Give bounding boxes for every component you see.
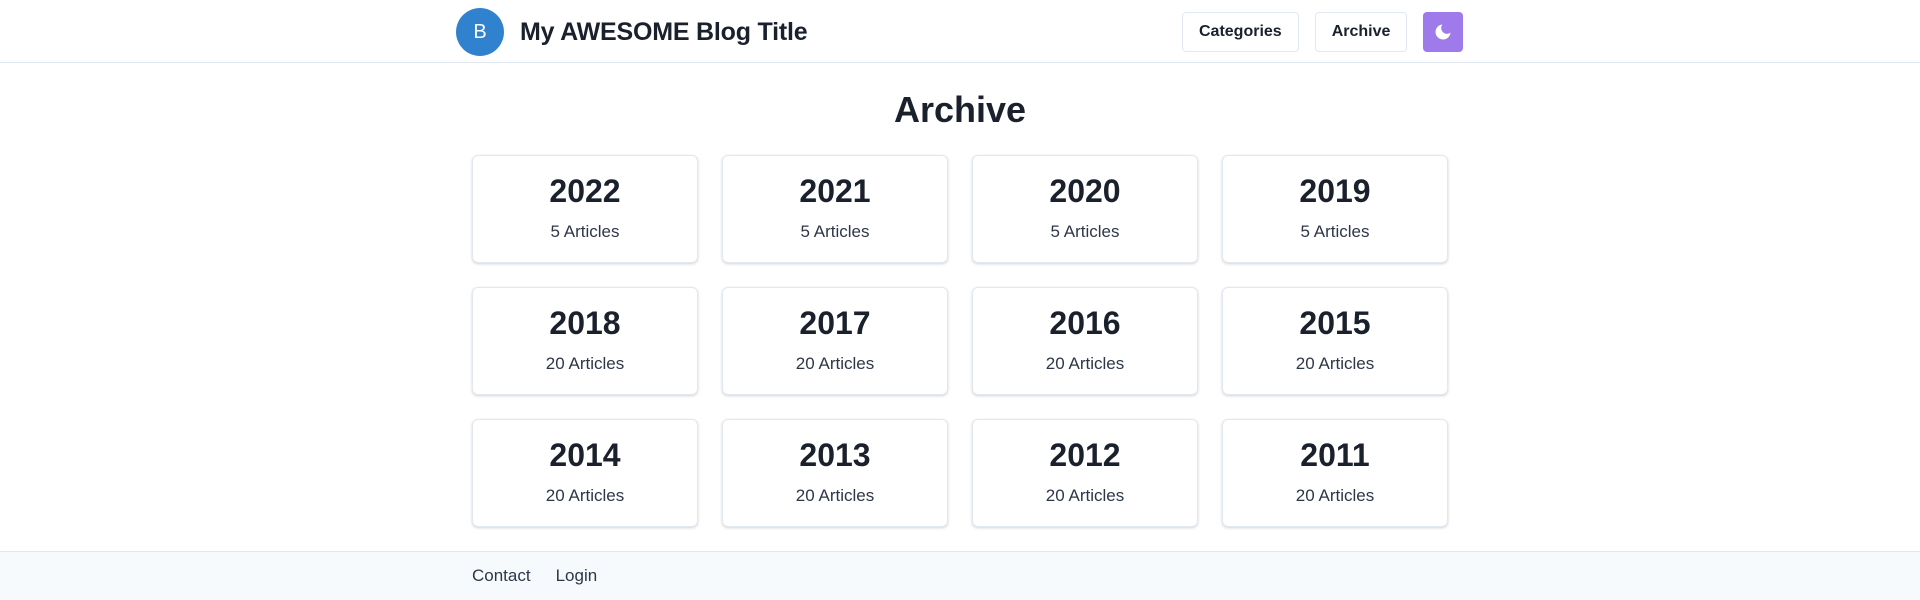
- contact-link[interactable]: Contact: [472, 566, 531, 586]
- year-card[interactable]: 2018 20 Articles: [472, 287, 698, 395]
- year-label: 2013: [799, 437, 871, 473]
- article-count: 20 Articles: [1295, 354, 1375, 374]
- article-count: 5 Articles: [1050, 222, 1120, 242]
- year-label: 2019: [1299, 173, 1371, 209]
- archive-button[interactable]: Archive: [1314, 12, 1408, 52]
- article-count: 20 Articles: [1045, 486, 1125, 506]
- theme-toggle-button[interactable]: [1423, 12, 1464, 52]
- article-count: 20 Articles: [1295, 486, 1375, 506]
- year-label: 2011: [1300, 437, 1370, 473]
- year-card[interactable]: 2013 20 Articles: [722, 419, 948, 527]
- year-card[interactable]: 2017 20 Articles: [722, 287, 948, 395]
- year-card[interactable]: 2019 5 Articles: [1222, 155, 1448, 263]
- article-count: 5 Articles: [800, 222, 870, 242]
- year-label: 2018: [549, 305, 621, 341]
- year-label: 2022: [549, 173, 621, 209]
- year-card[interactable]: 2015 20 Articles: [1222, 287, 1448, 395]
- main-nav: Categories Archive: [1182, 12, 1464, 52]
- moon-icon: [1435, 24, 1451, 40]
- year-card[interactable]: 2016 20 Articles: [972, 287, 1198, 395]
- main-content: Archive 2022 5 Articles 2021 5 Articles …: [0, 63, 1920, 551]
- year-card[interactable]: 2020 5 Articles: [972, 155, 1198, 263]
- footer-links: Contact Login: [472, 566, 622, 586]
- year-card[interactable]: 2011 20 Articles: [1222, 419, 1448, 527]
- article-count: 5 Articles: [550, 222, 620, 242]
- year-label: 2014: [549, 437, 621, 473]
- year-card[interactable]: 2012 20 Articles: [972, 419, 1198, 527]
- site-title[interactable]: My AWESOME Blog Title: [520, 18, 808, 47]
- site-header: B My AWESOME Blog Title Categories Archi…: [0, 0, 1920, 63]
- article-count: 20 Articles: [545, 486, 625, 506]
- year-card[interactable]: 2021 5 Articles: [722, 155, 948, 263]
- categories-button[interactable]: Categories: [1182, 12, 1299, 52]
- article-count: 20 Articles: [545, 354, 625, 374]
- year-label: 2020: [1049, 173, 1121, 209]
- login-link[interactable]: Login: [556, 566, 598, 586]
- brand[interactable]: B My AWESOME Blog Title: [456, 8, 808, 56]
- page-title: Archive: [893, 89, 1027, 130]
- year-card[interactable]: 2014 20 Articles: [472, 419, 698, 527]
- archive-grid: 2022 5 Articles 2021 5 Articles 2020 5 A…: [472, 155, 1448, 527]
- avatar[interactable]: B: [456, 8, 504, 56]
- year-label: 2015: [1299, 305, 1371, 341]
- year-label: 2016: [1049, 305, 1121, 341]
- year-label: 2017: [799, 305, 871, 341]
- year-label: 2012: [1049, 437, 1121, 473]
- article-count: 20 Articles: [795, 354, 875, 374]
- avatar-initial: B: [473, 20, 487, 43]
- site-footer: Contact Login: [0, 551, 1920, 600]
- year-card[interactable]: 2022 5 Articles: [472, 155, 698, 263]
- article-count: 20 Articles: [795, 486, 875, 506]
- article-count: 20 Articles: [1045, 354, 1125, 374]
- year-label: 2021: [799, 173, 871, 209]
- article-count: 5 Articles: [1300, 222, 1370, 242]
